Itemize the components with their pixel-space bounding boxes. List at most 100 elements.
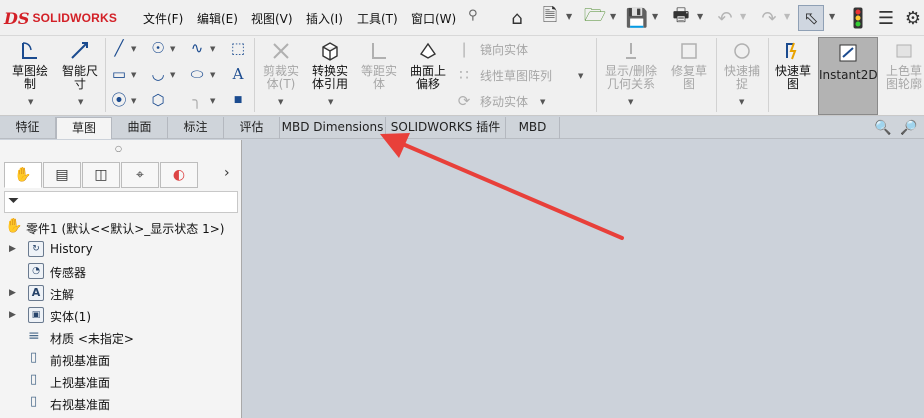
- shaded-sketch-contours-button[interactable]: 上色草 图轮廓: [880, 40, 924, 91]
- menu-insert[interactable]: 插入(I): [306, 10, 343, 27]
- chevron-down-icon[interactable]: ▼: [170, 45, 175, 53]
- tab-features[interactable]: 特征: [0, 117, 56, 139]
- pin-icon[interactable]: ⚲: [468, 8, 478, 23]
- tree-item-history[interactable]: History: [50, 242, 93, 256]
- chevron-down-icon[interactable]: ▼: [566, 12, 572, 21]
- tree-item-annotations[interactable]: 注解: [50, 286, 74, 303]
- mirror-entities-button[interactable]: 镜向实体: [480, 41, 528, 58]
- rectangle-select-icon[interactable]: ⬚: [229, 39, 247, 57]
- chevron-down-icon[interactable]: ▼: [697, 12, 703, 21]
- chevron-down-icon[interactable]: ▼: [540, 98, 545, 106]
- mirror-icon[interactable]: ❘: [455, 40, 473, 58]
- tree-item-front-plane[interactable]: 前视基准面: [50, 352, 110, 369]
- circle-icon[interactable]: ☉: [149, 39, 167, 57]
- zoom-area-icon[interactable]: 🔎: [900, 120, 917, 136]
- menu-window[interactable]: 窗口(W): [411, 10, 456, 27]
- arc-icon[interactable]: ◡: [149, 65, 167, 83]
- chevron-right-icon[interactable]: ›: [224, 165, 230, 181]
- chevron-down-icon[interactable]: ▼: [784, 12, 790, 21]
- quick-snaps-button[interactable]: 快速捕 捉: [719, 40, 765, 91]
- tab-markup[interactable]: 标注: [168, 117, 224, 139]
- tree-item-solid-bodies[interactable]: 实体(1): [50, 308, 91, 325]
- chevron-down-icon[interactable]: ▼: [28, 98, 33, 106]
- expand-icon[interactable]: ▶: [9, 288, 16, 298]
- linear-pattern-icon[interactable]: ∷: [455, 66, 473, 84]
- property-manager-tab-icon[interactable]: ▤: [43, 162, 81, 188]
- chevron-down-icon[interactable]: ▼: [278, 98, 283, 106]
- tree-item-top-plane[interactable]: 上视基准面: [50, 374, 110, 391]
- offset-entities-button[interactable]: 等距实 体: [356, 40, 402, 91]
- chevron-down-icon[interactable]: ▼: [328, 98, 333, 106]
- configuration-manager-tab-icon[interactable]: ◫: [82, 162, 120, 188]
- tab-mbd-dimensions[interactable]: MBD Dimensions: [280, 117, 386, 139]
- sketch-button[interactable]: 草图绘 制: [6, 40, 54, 91]
- tab-solidworks-addins[interactable]: SOLIDWORKS 插件: [386, 117, 506, 139]
- line-icon[interactable]: ╱: [110, 39, 128, 57]
- select-cursor-icon[interactable]: ⬁: [798, 5, 824, 31]
- menu-edit[interactable]: 编辑(E): [197, 10, 238, 27]
- instant2d-button[interactable]: Instant2D: [818, 37, 878, 115]
- filter-field[interactable]: ⏷: [4, 191, 238, 213]
- menu-tools[interactable]: 工具(T): [357, 10, 398, 27]
- redo-icon[interactable]: ↷: [756, 5, 782, 31]
- chevron-down-icon[interactable]: ▼: [131, 45, 136, 53]
- rapid-sketch-button[interactable]: 快速草 图: [770, 40, 816, 91]
- tree-item-sensors[interactable]: 传感器: [50, 264, 86, 281]
- print-icon[interactable]: 🖶: [668, 5, 694, 31]
- traffic-light-icon[interactable]: [845, 5, 871, 31]
- chevron-down-icon[interactable]: ▼: [131, 97, 136, 105]
- panel-grip-icon[interactable]: ○: [115, 144, 122, 153]
- new-document-icon[interactable]: 🗎: [537, 5, 563, 31]
- move-entities-button[interactable]: 移动实体: [480, 93, 528, 110]
- graphics-area[interactable]: [243, 140, 924, 418]
- chevron-down-icon[interactable]: ▼: [578, 72, 583, 80]
- trim-button[interactable]: 剪裁实 体(T): [258, 40, 304, 91]
- save-icon[interactable]: 💾: [624, 5, 650, 31]
- tab-surfaces[interactable]: 曲面: [112, 117, 168, 139]
- chevron-down-icon[interactable]: ▼: [739, 98, 744, 106]
- tree-item-material[interactable]: 材质 <未指定>: [50, 330, 134, 347]
- tree-root-part[interactable]: 零件1 (默认<<默认>_显示状态 1>): [26, 220, 224, 237]
- chevron-down-icon[interactable]: ▼: [78, 98, 83, 106]
- options-icon[interactable]: ☰: [873, 5, 899, 31]
- repair-sketch-button[interactable]: 修复草 图: [666, 40, 712, 91]
- undo-icon[interactable]: ↶: [712, 5, 738, 31]
- fillet-icon[interactable]: ╮: [188, 91, 206, 109]
- smart-dimension-button[interactable]: 智能尺 寸: [56, 40, 104, 91]
- display-manager-tab-icon[interactable]: ◐: [160, 162, 198, 188]
- chevron-down-icon[interactable]: ▼: [210, 71, 215, 79]
- tab-sketch[interactable]: 草图: [56, 117, 112, 139]
- display-delete-relations-button[interactable]: 显示/删除 几何关系: [600, 40, 662, 91]
- tree-item-right-plane[interactable]: 右视基准面: [50, 396, 110, 413]
- text-icon[interactable]: A: [229, 65, 247, 83]
- expand-icon[interactable]: ▶: [9, 244, 16, 254]
- convert-entities-button[interactable]: 转换实 体引用: [306, 40, 354, 91]
- point-icon[interactable]: ■: [229, 91, 247, 109]
- solidworks-logo[interactable]: DS SOLIDWORKS: [4, 7, 117, 29]
- ellipse-icon[interactable]: ⬭: [188, 65, 206, 83]
- chevron-down-icon[interactable]: ▼: [170, 71, 175, 79]
- chevron-down-icon[interactable]: ▼: [829, 12, 835, 21]
- tab-mbd[interactable]: MBD: [506, 117, 560, 139]
- linear-pattern-button[interactable]: 线性草图阵列: [480, 67, 552, 84]
- zoom-icon[interactable]: 🔍: [874, 120, 891, 136]
- chevron-down-icon[interactable]: ▼: [652, 12, 658, 21]
- rectangle-icon[interactable]: ▭: [110, 65, 128, 83]
- open-icon[interactable]: 🗁: [582, 5, 608, 31]
- tab-evaluate[interactable]: 评估: [224, 117, 280, 139]
- menu-view[interactable]: 视图(V): [251, 10, 293, 27]
- chevron-down-icon[interactable]: ▼: [628, 98, 633, 106]
- dimxpert-tab-icon[interactable]: ⌖: [121, 162, 159, 188]
- spline-icon[interactable]: ∿: [188, 39, 206, 57]
- chevron-down-icon[interactable]: ▼: [210, 97, 215, 105]
- offset-on-surface-button[interactable]: 曲面上 偏移: [404, 40, 452, 91]
- chevron-down-icon[interactable]: ▼: [210, 45, 215, 53]
- expand-icon[interactable]: ▶: [9, 310, 16, 320]
- home-icon[interactable]: ⌂: [504, 5, 530, 31]
- menu-file[interactable]: 文件(F): [143, 10, 183, 27]
- move-icon[interactable]: ⟳: [455, 92, 473, 110]
- chevron-down-icon[interactable]: ▼: [610, 12, 616, 21]
- feature-tree-tab-icon[interactable]: ✋: [4, 162, 42, 188]
- polygon-icon[interactable]: ⬡: [149, 91, 167, 109]
- chevron-down-icon[interactable]: ▼: [740, 12, 746, 21]
